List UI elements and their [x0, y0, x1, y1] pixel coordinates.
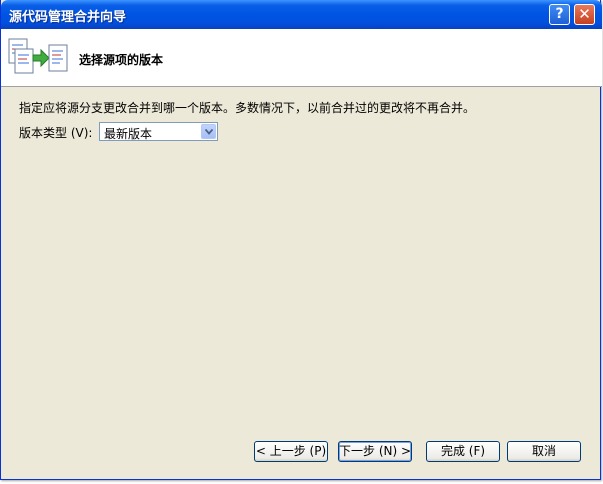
version-type-select[interactable]: 最新版本 [99, 122, 218, 141]
wizard-header: 选择源项的版本 [1, 29, 602, 87]
merge-wizard-icon [8, 38, 68, 74]
finish-button[interactable]: 完成 (F) [426, 441, 500, 462]
close-button[interactable]: ✕ [574, 4, 595, 25]
help-button[interactable]: ? [549, 4, 570, 25]
cancel-button[interactable]: 取消 [507, 441, 581, 462]
back-button[interactable]: < 上一步 (P) [254, 441, 328, 462]
description-text: 指定应将源分支更改合并到哪一个版本。多数情况下，以前合并过的更改将不再合并。 [19, 101, 476, 115]
version-type-label: 版本类型 (V): [19, 126, 93, 140]
version-type-value: 最新版本 [104, 127, 153, 141]
window-title: 源代码管理合并向导 [9, 10, 127, 25]
wizard-window: 源代码管理合并向导 ? ✕ 选择源项的版本 指定应将源分支更改合并到哪一个版本。… [0, 0, 602, 480]
title-bar[interactable]: 源代码管理合并向导 ? ✕ [1, 0, 602, 29]
dropdown-button[interactable] [201, 124, 216, 139]
chevron-down-icon [205, 129, 213, 135]
page-title: 选择源项的版本 [79, 53, 164, 67]
next-button[interactable]: 下一步 (N) > [338, 441, 412, 462]
